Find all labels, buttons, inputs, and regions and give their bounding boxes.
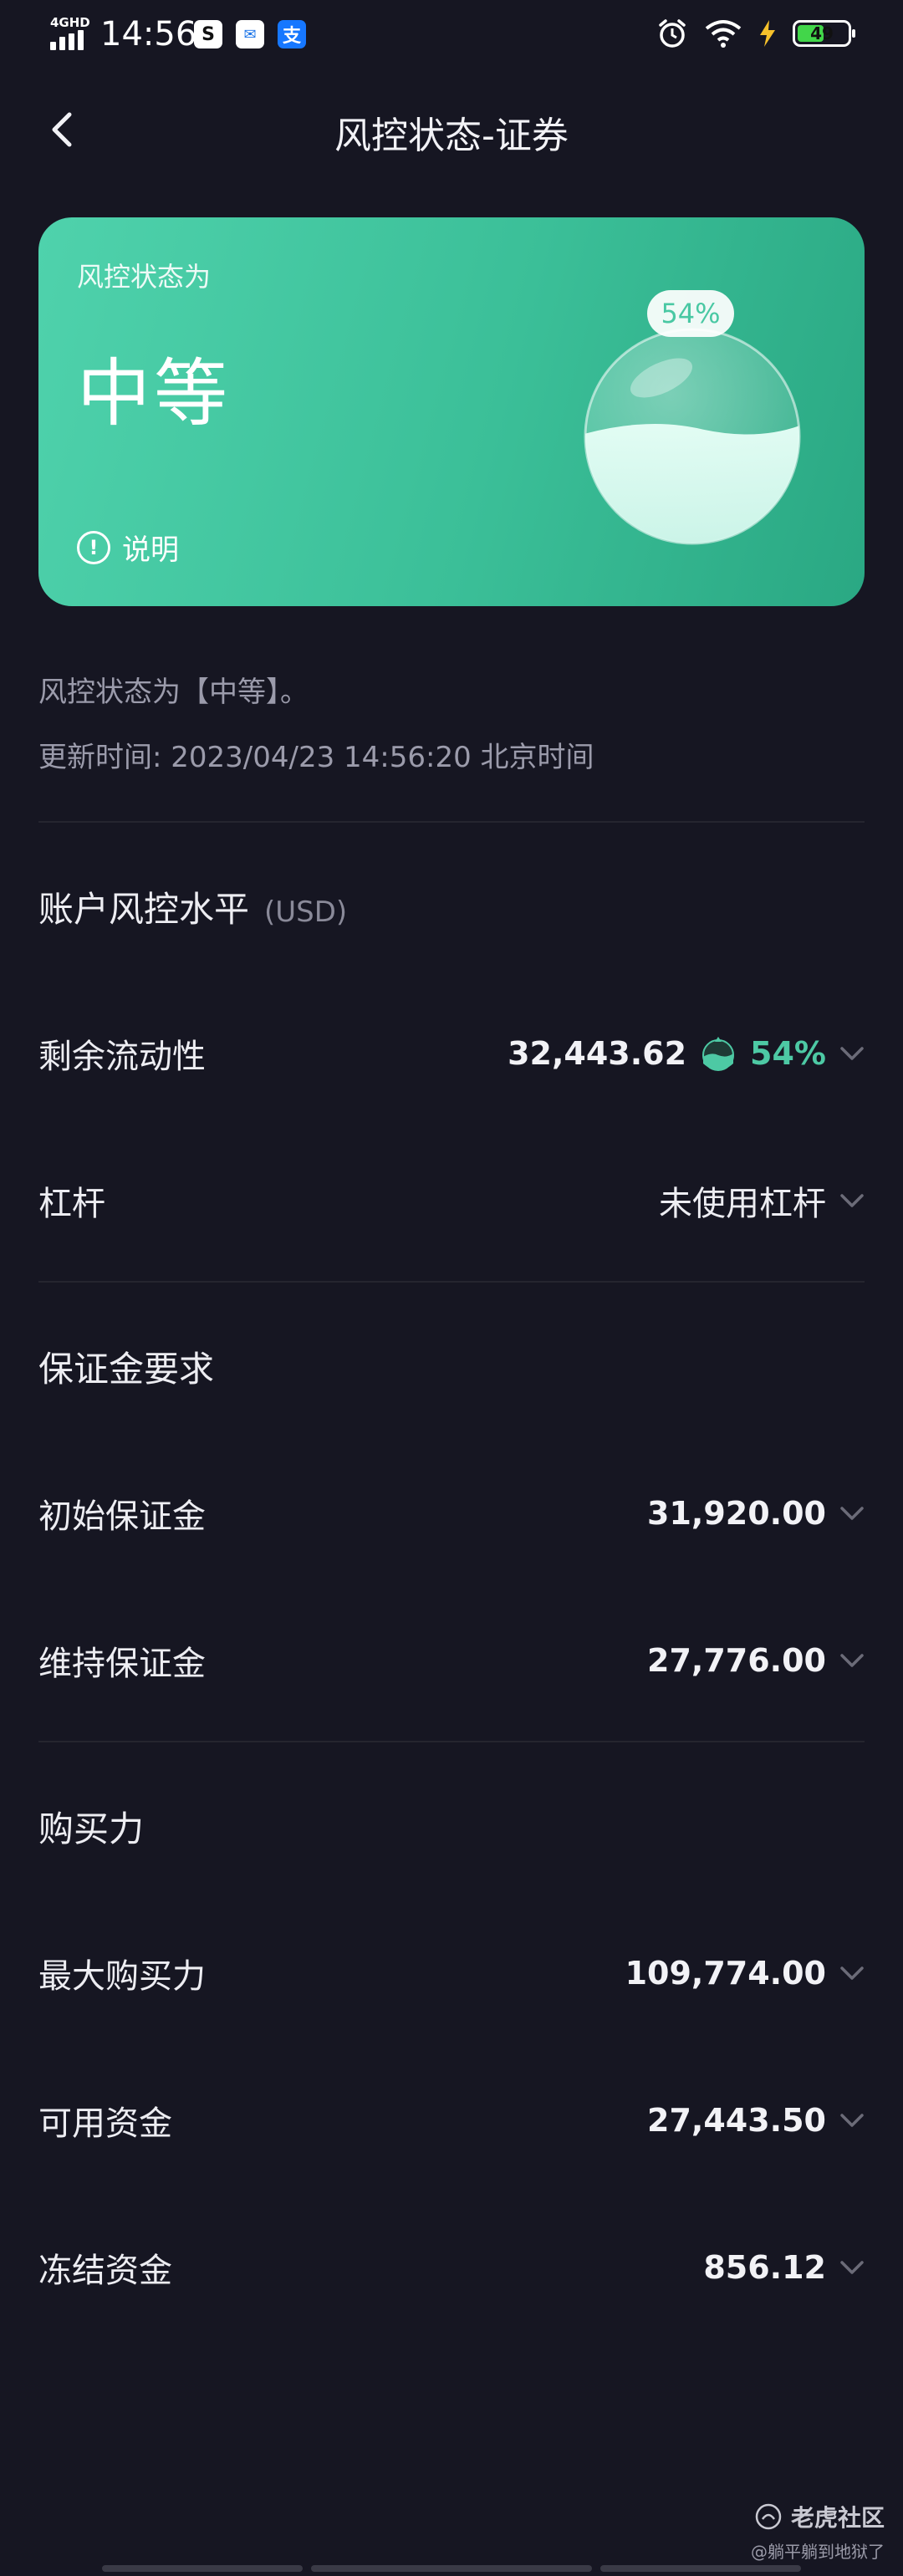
chevron-down-icon	[839, 1501, 865, 1526]
row-label: 维持保证金	[38, 1645, 206, 1683]
watermark-user: @躺平躺到地狱了	[751, 2542, 885, 2562]
risk-status-card: 风控状态为 中等 ! 说明 54%	[38, 217, 865, 606]
section-title-text: 账户风控水平	[38, 889, 250, 930]
row-right: 109,774.00	[625, 1955, 865, 1992]
signal-icon	[50, 30, 84, 50]
chevron-down-icon	[839, 1648, 865, 1673]
risk-level: 中等	[77, 350, 232, 436]
row-label: 初始保证金	[38, 1497, 206, 1536]
liquidity-drop-icon	[702, 1037, 735, 1071]
explain-link[interactable]: ! 说明	[77, 527, 179, 568]
row-right: 未使用杠杆	[659, 1176, 865, 1225]
notification-app-icon: ✉	[236, 20, 264, 48]
liquidity-fill	[585, 424, 799, 543]
row-right: 32,443.62 54%	[508, 1035, 865, 1072]
row-label: 杠杆	[38, 1185, 105, 1223]
liquidity-orb	[584, 328, 801, 545]
initial-margin-value: 31,920.00	[647, 1495, 826, 1532]
row-right: 31,920.00	[647, 1495, 865, 1532]
watermark: 老虎社区 @躺平躺到地狱了	[751, 2500, 885, 2563]
row-remaining-liquidity[interactable]: 剩余流动性 32,443.62 54%	[38, 1020, 865, 1087]
page-title: 风控状态-证券	[334, 115, 569, 157]
row-leverage[interactable]: 杠杆 未使用杠杆	[38, 1167, 865, 1234]
section-title-buying-power: 购买力	[38, 1808, 145, 1849]
currency-unit: (USD)	[264, 895, 348, 929]
row-label: 剩余流动性	[38, 1038, 206, 1076]
row-right: 27,776.00	[647, 1642, 865, 1679]
section-title-account-risk: 账户风控水平 (USD)	[38, 881, 347, 932]
liquidity-percent-badge: 54%	[647, 290, 734, 337]
explain-label: 说明	[122, 533, 179, 567]
info-icon: !	[77, 530, 110, 564]
gesture-bar	[102, 2565, 303, 2572]
alarm-icon	[659, 19, 686, 48]
clock: 14:56	[100, 15, 197, 54]
gesture-bar	[311, 2565, 592, 2572]
risk-status-subtitle: 风控状态为	[77, 261, 212, 293]
risk-status-page: 4GHD 14:56 S ✉ 支 49 风控状态-证券 风控状态为 中等 ! 说…	[0, 0, 903, 2576]
watermark-brand: 老虎社区	[790, 2504, 885, 2532]
status-bar: 4GHD 14:56 S ✉ 支 49	[0, 0, 903, 70]
status-right-group: 49	[656, 17, 855, 50]
risk-status-text: 风控状态为【中等】。	[38, 676, 309, 709]
divider	[38, 1741, 865, 1742]
watermark-logo: 老虎社区	[751, 2500, 885, 2533]
notification-app-icon: S	[194, 20, 222, 48]
liquidity-value: 32,443.62	[508, 1035, 687, 1072]
row-initial-margin[interactable]: 初始保证金 31,920.00	[38, 1480, 865, 1547]
maintenance-margin-value: 27,776.00	[647, 1642, 826, 1679]
wifi-icon	[705, 20, 742, 48]
nav-bar: 风控状态-证券	[0, 84, 903, 176]
chevron-down-icon	[839, 2108, 865, 2133]
row-right: 856.12	[703, 2249, 865, 2286]
section-title-margin: 保证金要求	[38, 1349, 215, 1390]
row-max-buying-power[interactable]: 最大购买力 109,774.00	[38, 1940, 865, 2007]
gesture-bar	[600, 2565, 801, 2572]
alipay-icon: 支	[278, 20, 306, 48]
row-label: 冻结资金	[38, 2252, 172, 2290]
battery-icon: 49	[793, 20, 855, 47]
row-available-funds[interactable]: 可用资金 27,443.50	[38, 2087, 865, 2154]
network-type: 4GHD	[50, 15, 90, 30]
tiger-logo-icon	[755, 2503, 782, 2530]
row-right: 27,443.50	[647, 2102, 865, 2139]
row-frozen-funds[interactable]: 冻结资金 856.12	[38, 2234, 865, 2301]
frozen-funds-value: 856.12	[703, 2249, 826, 2286]
charging-icon	[760, 20, 775, 47]
row-label: 最大购买力	[38, 1957, 206, 1996]
liquidity-percent: 54%	[750, 1035, 826, 1072]
chevron-down-icon	[839, 1961, 865, 1986]
chevron-down-icon	[839, 1188, 865, 1213]
divider	[38, 1281, 865, 1283]
row-maintenance-margin[interactable]: 维持保证金 27,776.00	[38, 1627, 865, 1694]
battery-level: 49	[810, 23, 834, 43]
divider	[38, 821, 865, 823]
available-funds-value: 27,443.50	[647, 2102, 826, 2139]
leverage-value: 未使用杠杆	[659, 1185, 826, 1223]
row-label: 可用资金	[38, 2104, 172, 2143]
chevron-down-icon	[839, 1041, 865, 1066]
max-buying-power-value: 109,774.00	[625, 1955, 826, 1992]
update-time: 更新时间: 2023/04/23 14:56:20 北京时间	[38, 741, 594, 774]
chevron-down-icon	[839, 2255, 865, 2280]
